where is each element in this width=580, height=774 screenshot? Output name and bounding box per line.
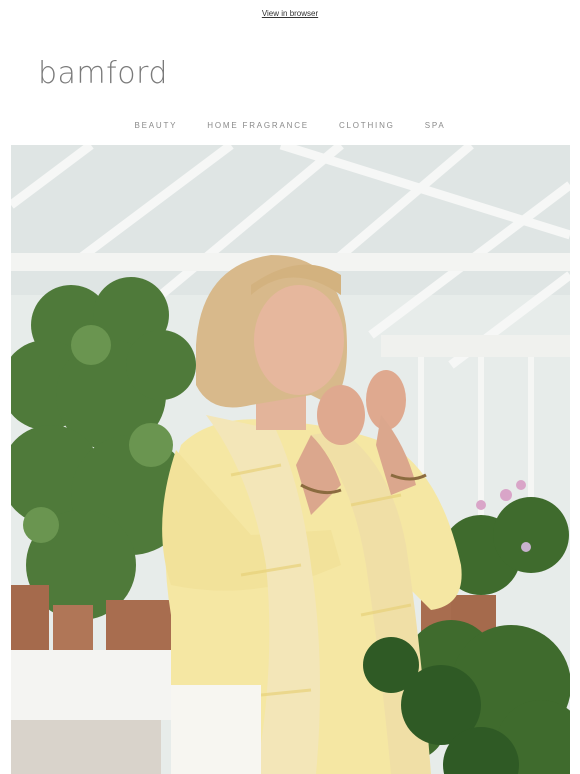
nav-item-clothing[interactable]: CLOTHING [339,121,395,130]
nav-item-home-fragrance[interactable]: HOME FRAGRANCE [207,121,309,130]
brand-logo[interactable]: bamford [38,56,168,91]
main-navigation: BEAUTY HOME FRAGRANCE CLOTHING SPA [0,121,580,130]
hero-image[interactable] [11,145,570,774]
nav-item-spa[interactable]: SPA [425,121,446,130]
nav-item-beauty[interactable]: BEAUTY [134,121,177,130]
hero-photo-illustration [11,145,570,774]
view-in-browser-link[interactable]: View in browser [262,9,318,18]
view-in-browser-bar: View in browser [0,9,580,18]
